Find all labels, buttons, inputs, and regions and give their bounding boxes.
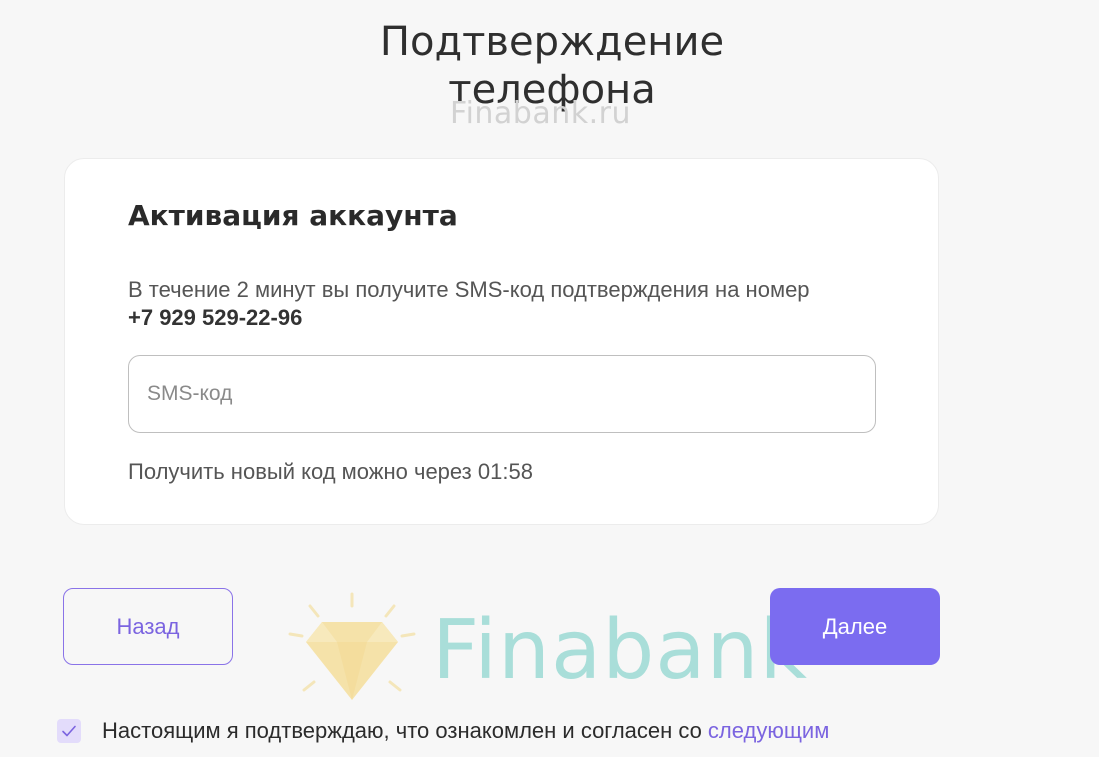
consent-text: Настоящим я подтверждаю, что ознакомлен … [102, 718, 702, 743]
page-title-line-1: Подтверждение [379, 19, 725, 65]
diamond-logo-icon [288, 592, 416, 700]
consent-checkbox[interactable] [57, 719, 81, 743]
resend-timer-text: Получить новый код можно через 01:58 [128, 459, 533, 484]
watermark-text: Finabank.ru [450, 96, 632, 131]
back-button[interactable]: Назад [63, 588, 233, 665]
consent-row: Настоящим я подтверждаю, что ознакомлен … [57, 716, 829, 746]
check-icon [62, 725, 76, 737]
sms-code-input[interactable] [128, 355, 876, 433]
consent-link[interactable]: следующим [708, 718, 829, 744]
next-button[interactable]: Далее [770, 588, 940, 665]
card-title: Активация аккаунта [128, 199, 458, 232]
watermark-brand: Finabank [432, 603, 808, 698]
sms-description: В течение 2 минут вы получите SMS-код по… [128, 277, 810, 302]
phone-number: +7 929 529-22-96 [128, 305, 303, 330]
activation-card: Активация аккаунта В течение 2 минут вы … [64, 158, 939, 525]
